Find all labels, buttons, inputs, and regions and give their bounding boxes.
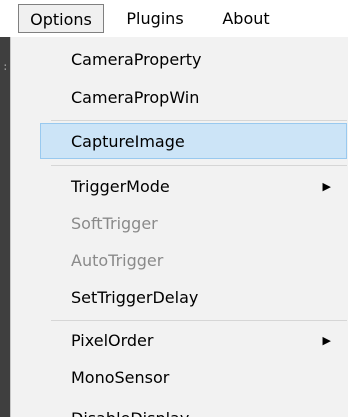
- menu-separator: [51, 165, 347, 166]
- menu-bar: Options Plugins About: [0, 0, 348, 37]
- menu-item-trigger-mode[interactable]: TriggerMode ▶: [11, 169, 347, 205]
- menu-item-label: TriggerMode: [71, 177, 170, 196]
- menu-separator: [51, 120, 347, 121]
- window-edge: :: [0, 37, 10, 417]
- menu-item-label: AutoTrigger: [71, 251, 164, 270]
- menu-item-label: CameraPropWin: [71, 88, 200, 107]
- menu-item-label: PixelOrder: [71, 331, 154, 350]
- menu-item-label: SetTriggerDelay: [71, 288, 199, 307]
- submenu-arrow-icon: ▶: [322, 334, 331, 347]
- menu-item-label: CameraProperty: [71, 50, 202, 69]
- menu-options[interactable]: Options: [18, 4, 104, 33]
- menu-item-set-trigger-delay[interactable]: SetTriggerDelay: [11, 280, 347, 316]
- menu-item-label: SoftTrigger: [71, 214, 158, 233]
- menu-separator: [51, 320, 347, 321]
- menu-item-capture-image[interactable]: CaptureImage: [40, 123, 347, 159]
- menu-item-label: MonoSensor: [71, 368, 170, 387]
- menu-item-mono-sensor[interactable]: MonoSensor: [11, 360, 347, 396]
- menu-item-label: DisableDisplay: [71, 401, 189, 417]
- menu-item-label: CaptureImage: [71, 132, 185, 151]
- menu-item-soft-trigger[interactable]: SoftTrigger: [11, 206, 347, 242]
- options-dropdown-menu: CameraProperty CameraPropWin CaptureImag…: [10, 37, 348, 417]
- menu-item-camera-property[interactable]: CameraProperty: [11, 42, 347, 78]
- menu-item-auto-trigger[interactable]: AutoTrigger: [11, 243, 347, 279]
- edge-marker: :: [2, 60, 9, 73]
- menu-plugins[interactable]: Plugins: [112, 4, 198, 33]
- screen: : Options Plugins About CameraProperty C…: [0, 0, 348, 417]
- menu-item-pixel-order[interactable]: PixelOrder ▶: [11, 323, 347, 359]
- submenu-arrow-icon: ▶: [322, 180, 331, 193]
- menu-item-camera-prop-win[interactable]: CameraPropWin: [11, 80, 347, 116]
- menu-item-disable-display[interactable]: DisableDisplay: [11, 401, 347, 417]
- menu-about[interactable]: About: [211, 4, 281, 33]
